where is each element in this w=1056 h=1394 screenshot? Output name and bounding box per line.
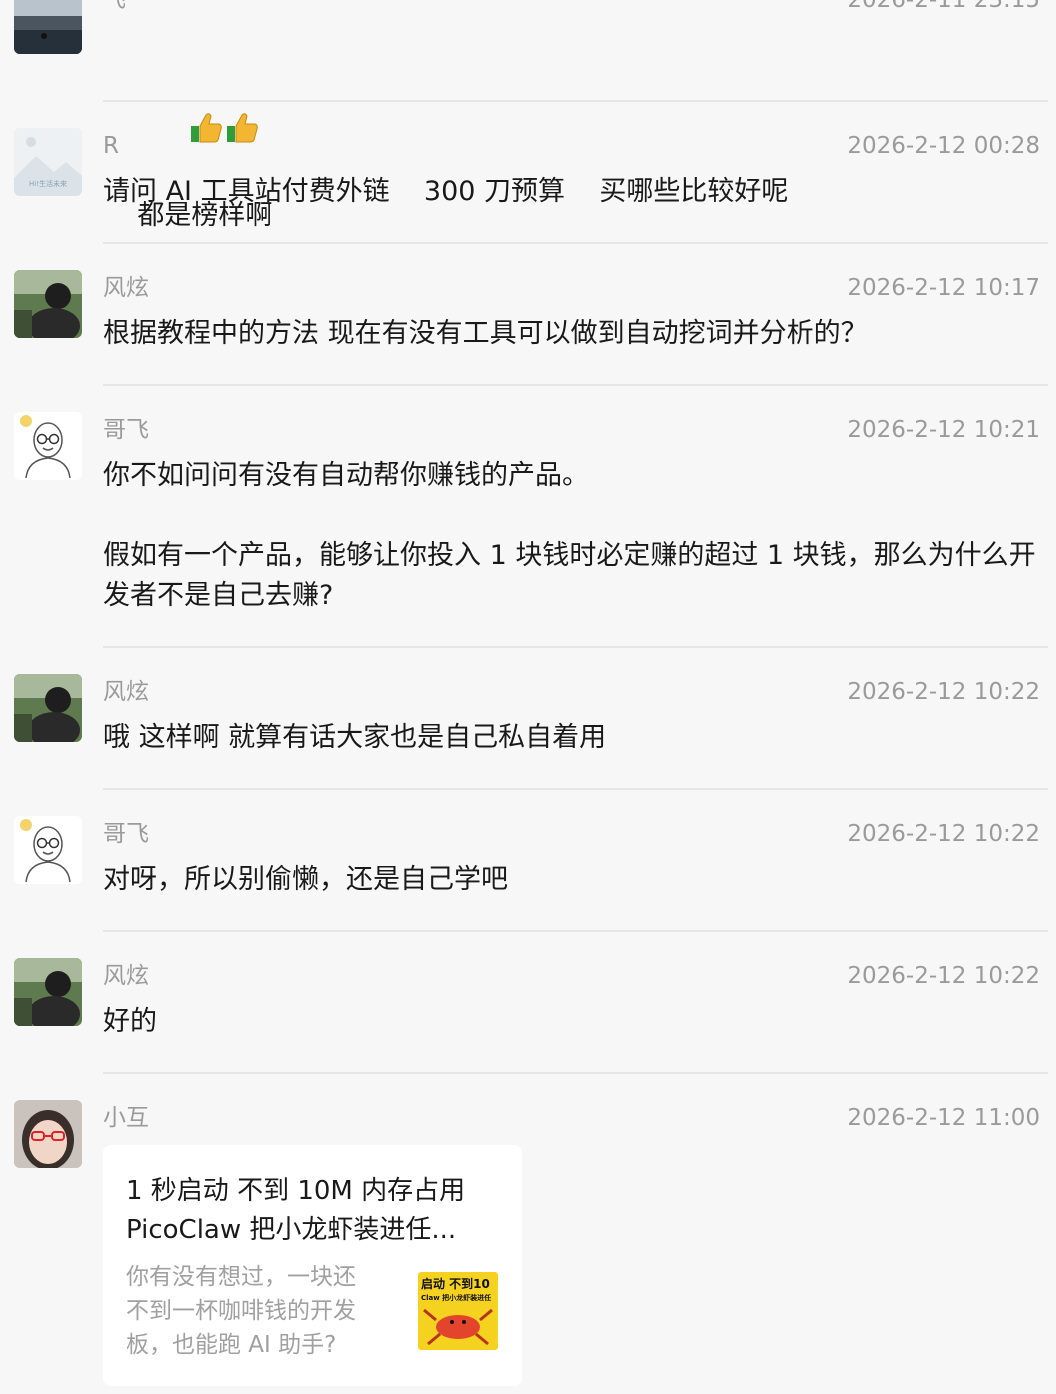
avatar-child-photo: [14, 1100, 82, 1168]
divider: [103, 930, 1048, 932]
avatar-landscape-photo: [14, 0, 82, 54]
message-text: 好的: [103, 1006, 157, 1037]
sender-name[interactable]: 小互: [103, 1104, 149, 1132]
thumb-subline: Claw 把小龙虾装进任: [421, 1293, 491, 1302]
link-card[interactable]: 1 秒启动 不到 10M 内存占用 PicoClaw 把小龙虾装进任... 你有…: [103, 1145, 522, 1386]
avatar[interactable]: [14, 270, 82, 338]
link-card-description: 你有没有想过，一块还 不到一杯咖啡钱的开发 板，也能跑 AI 助手?: [126, 1264, 356, 1358]
avatar[interactable]: [14, 0, 82, 54]
message-time: 2026-2-12 00:28: [847, 133, 1040, 159]
sender-name[interactable]: 风炫: [103, 678, 149, 706]
message-text: 请问 AI 工具站付费外链 300 刀预算 买哪些比较好呢: [103, 176, 789, 207]
avatar[interactable]: [14, 412, 82, 480]
message-text: 根据教程中的方法 现在有没有工具可以做到自动挖词并分析的？: [103, 318, 868, 349]
message-time: 2026-2-12 10:17: [847, 275, 1040, 301]
message-time: 2026-2-12 10:21: [847, 417, 1040, 443]
avatar-person-photo: [14, 674, 82, 742]
avatar[interactable]: [14, 674, 82, 742]
divider: [103, 384, 1048, 386]
thumb-headline: 启动 不到10: [421, 1276, 490, 1291]
avatar-person-photo: [14, 958, 82, 1026]
link-card-title: 1 秒启动 不到 10M 内存占用 PicoClaw 把小龙虾装进任...: [126, 1176, 466, 1245]
avatar[interactable]: [14, 816, 82, 884]
link-card-thumbnail: 启动 不到10 Claw 把小龙虾装进任: [418, 1272, 498, 1350]
message-text: 你不如问问有没有自动帮你赚钱的产品。 假如有一个产品，能够让你投入 1 块钱时必…: [103, 460, 1036, 611]
avatar-cartoon-glasses: [14, 816, 82, 884]
message-time: 2026-2-12 11:00: [847, 1105, 1040, 1131]
sender-name[interactable]: R: [103, 132, 119, 160]
avatar[interactable]: [14, 958, 82, 1026]
divider: [103, 100, 1048, 102]
avatar-cartoon-glasses: [14, 412, 82, 480]
message-time: 2026-2-12 10:22: [847, 679, 1040, 705]
message-time: 2026-2-11 23:15: [847, 0, 1040, 13]
sender-name[interactable]: 哥飞: [103, 416, 149, 444]
sender-name[interactable]: 风炫: [103, 962, 149, 990]
avatar-caption: Hi!生活未来: [29, 179, 67, 188]
divider: [103, 242, 1048, 244]
avatar-placeholder-image: Hi!生活未来: [14, 128, 82, 196]
divider: [103, 1072, 1048, 1074]
divider: [103, 646, 1048, 648]
message-text: 哦 这样啊 就算有话大家也是自己私自着用: [103, 722, 607, 753]
sender-name[interactable]: 飞: [103, 0, 126, 14]
divider: [103, 788, 1048, 790]
avatar-person-photo: [14, 270, 82, 338]
message-time: 2026-2-12 10:22: [847, 821, 1040, 847]
message-text: 对呀，所以别偷懒，还是自己学吧: [103, 864, 508, 895]
avatar[interactable]: [14, 1100, 82, 1168]
sender-name[interactable]: 风炫: [103, 274, 149, 302]
message-time: 2026-2-12 10:22: [847, 963, 1040, 989]
avatar[interactable]: Hi!生活未来: [14, 128, 82, 196]
sender-name[interactable]: 哥飞: [103, 820, 149, 848]
